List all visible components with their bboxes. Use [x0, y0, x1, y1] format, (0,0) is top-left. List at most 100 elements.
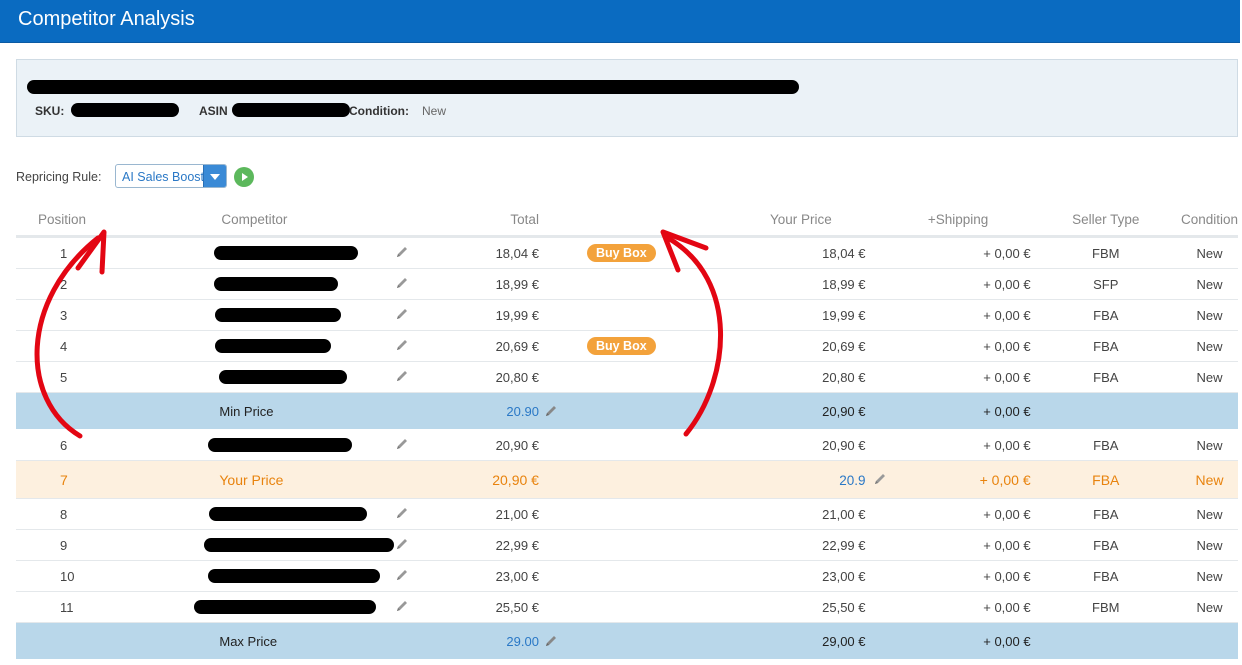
- total-cell: 20,69 €: [433, 330, 539, 362]
- pencil-icon[interactable]: [543, 403, 559, 419]
- pencil-icon[interactable]: [872, 471, 888, 487]
- shipping-cell: + 0,00 €: [865, 268, 1031, 300]
- max-price-your-price: 29,00 €: [676, 622, 866, 660]
- your-price-cell: 19,99 €: [676, 299, 866, 331]
- competitor-cell[interactable]: [114, 498, 395, 530]
- your-price-cell: 20,69 €: [676, 330, 866, 362]
- pencil-icon[interactable]: [394, 306, 410, 322]
- condition-cell: New: [1180, 429, 1238, 461]
- edit-cell[interactable]: [394, 236, 434, 269]
- min-price-value[interactable]: 20.90: [506, 404, 539, 419]
- chevron-down-icon[interactable]: [203, 165, 226, 187]
- redacted-competitor: [209, 507, 368, 521]
- competitor-cell[interactable]: [114, 299, 395, 331]
- table-row: 2 18,99 € 18,99 € + 0,00 € SFP New: [16, 268, 1238, 300]
- your-price-cell: 18,99 €: [676, 268, 866, 300]
- competitor-cell[interactable]: [114, 361, 395, 393]
- badge-cell: [538, 591, 677, 623]
- edit-cell[interactable]: [394, 429, 434, 461]
- table-header-row: Position Competitor Total Your Price +Sh…: [16, 204, 1238, 238]
- total-cell: 20,90 €: [433, 460, 539, 499]
- header-competitor[interactable]: Competitor: [114, 204, 395, 238]
- badge-cell: [538, 361, 677, 393]
- header-total[interactable]: Total: [433, 204, 539, 238]
- header-condition[interactable]: Condition: [1180, 204, 1238, 238]
- pencil-icon[interactable]: [394, 275, 410, 291]
- competitor-cell[interactable]: [114, 591, 395, 623]
- position-cell: 7: [16, 460, 115, 499]
- competitor-cell[interactable]: [114, 268, 395, 300]
- competitor-table: Position Competitor Total Your Price +Sh…: [16, 204, 1238, 660]
- condition-cell: New: [1180, 560, 1238, 592]
- pencil-icon[interactable]: [394, 505, 410, 521]
- min-price-row: Min Price 20.90 20,90 € + 0,00 €: [16, 392, 1238, 430]
- seller-type-cell: FBA: [1030, 361, 1181, 393]
- seller-type-cell: FBA: [1030, 330, 1181, 362]
- table-row: 1 18,04 € Buy Box 18,04 € + 0,00 € FBM N…: [16, 236, 1238, 269]
- header-seller-type[interactable]: Seller Type: [1030, 204, 1181, 238]
- pencil-icon[interactable]: [543, 633, 559, 649]
- badge-cell: [538, 268, 677, 300]
- max-price-row: Max Price 29.00 29,00 € + 0,00 €: [16, 622, 1238, 660]
- edit-cell[interactable]: [394, 529, 434, 561]
- badge-cell: [538, 529, 677, 561]
- seller-type-cell: FBA: [1030, 299, 1181, 331]
- header-spacer: [394, 204, 434, 238]
- condition-cell: New: [1180, 498, 1238, 530]
- product-info-panel: SKU: ASIN Condition: New: [16, 59, 1238, 137]
- shipping-cell: + 0,00 €: [979, 472, 1031, 488]
- shipping-cell: + 0,00 €: [865, 299, 1031, 331]
- competitor-cell[interactable]: [114, 529, 395, 561]
- table-row: 6 20,90 € 20,90 € + 0,00 € FBA New: [16, 429, 1238, 461]
- your-price-label: Your Price: [114, 460, 395, 499]
- empty-cell: [394, 622, 434, 660]
- pencil-icon[interactable]: [394, 436, 410, 452]
- max-price-edit-cell: [538, 622, 677, 660]
- condition-cell: New: [1180, 268, 1238, 300]
- repricing-rule-value: AI Sales Boost: [122, 170, 204, 184]
- pencil-icon[interactable]: [394, 337, 410, 353]
- seller-type-cell: SFP: [1030, 268, 1181, 300]
- redacted-competitor: [214, 246, 359, 260]
- edit-cell[interactable]: [394, 330, 434, 362]
- competitor-cell[interactable]: [114, 429, 395, 461]
- page-title: Competitor Analysis: [18, 8, 195, 30]
- header-position[interactable]: Position: [16, 204, 115, 238]
- repricing-rule-select[interactable]: AI Sales Boost: [115, 164, 227, 188]
- your-price-value[interactable]: 20.9: [839, 473, 865, 488]
- your-price-row: 7 Your Price 20,90 € 20.9 + 0,00 € FBA N…: [16, 460, 1238, 499]
- pencil-icon[interactable]: [394, 368, 410, 384]
- pencil-icon[interactable]: [394, 598, 410, 614]
- edit-cell[interactable]: [394, 591, 434, 623]
- buy-box-badge: Buy Box: [586, 337, 656, 355]
- pencil-icon[interactable]: [394, 244, 410, 260]
- max-price-value[interactable]: 29.00: [506, 634, 539, 649]
- condition-value: New: [422, 104, 447, 118]
- header-your-price[interactable]: Your Price: [676, 204, 866, 238]
- pencil-icon[interactable]: [394, 536, 410, 552]
- play-icon[interactable]: [234, 167, 254, 187]
- total-cell: 20,90 €: [433, 429, 539, 461]
- table-row: 3 19,99 € 19,99 € + 0,00 € FBA New: [16, 299, 1238, 331]
- edit-cell[interactable]: [394, 361, 434, 393]
- your-price-cell: 25,50 €: [676, 591, 866, 623]
- condition-cell: New: [1180, 361, 1238, 393]
- competitor-cell[interactable]: [114, 236, 395, 269]
- your-price-cell: 22,99 €: [676, 529, 866, 561]
- empty-cell: [1030, 622, 1181, 660]
- position-cell: 2: [16, 268, 115, 300]
- edit-cell[interactable]: [394, 268, 434, 300]
- table-row: 10 23,00 € 23,00 € + 0,00 € FBA New: [16, 560, 1238, 592]
- edit-cell[interactable]: [394, 299, 434, 331]
- badge-cell: [538, 429, 677, 461]
- competitor-cell[interactable]: [114, 560, 395, 592]
- redacted-competitor: [208, 569, 381, 583]
- pencil-icon[interactable]: [394, 567, 410, 583]
- competitor-cell[interactable]: [114, 330, 395, 362]
- edit-cell[interactable]: [394, 560, 434, 592]
- edit-cell[interactable]: [394, 498, 434, 530]
- your-price-pencil-cell: + 0,00 €: [865, 460, 1031, 499]
- seller-type-cell: FBA: [1030, 429, 1181, 461]
- header-shipping[interactable]: +Shipping: [865, 204, 1031, 238]
- redacted-competitor: [215, 339, 332, 353]
